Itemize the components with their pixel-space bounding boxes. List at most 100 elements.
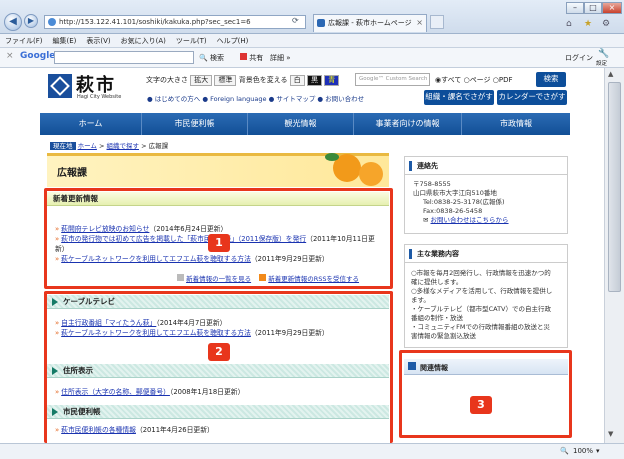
scroll-up-icon[interactable]: ▲ <box>608 70 613 78</box>
menu-help[interactable]: ヘルプ(H) <box>212 34 254 48</box>
radio-page-label: ページ <box>469 76 491 84</box>
bg-blue-button[interactable]: 青 <box>324 75 340 86</box>
calendar-search-button[interactable]: カレンダーでさがす <box>497 90 567 105</box>
search-scope-radios: ◉すべて ○ページ ○PDF <box>435 75 513 85</box>
vertical-scrollbar[interactable]: ▲ ▼ <box>604 68 624 443</box>
google-search-input[interactable] <box>54 51 194 64</box>
contact-box: 連絡先 〒758-8555 山口県萩市大字江向510番地 Tel:0838-25… <box>404 156 568 234</box>
nav-business[interactable]: 事業者向けの情報 <box>354 113 462 135</box>
address-bar[interactable]: http://153.122.41.101/soshiki/kakuka.php… <box>44 15 306 29</box>
link-foreign-language-label: Foreign language <box>210 95 267 103</box>
link-sitemap[interactable]: ● サイトマップ <box>269 95 316 103</box>
google-toolbar: × Google 🔍 検索 共有 詳細 » ログイン 🔧 設定 <box>0 48 624 68</box>
duties-line: ○市報を毎月2回発行し、行政情報を迅速かつ的 <box>411 269 551 277</box>
nav-citizen-guide[interactable]: 市民便利帳 <box>142 113 248 135</box>
org-search-button[interactable]: 組織・課名でさがす <box>424 90 494 105</box>
back-icon[interactable]: ◀ <box>4 13 22 31</box>
header-links: ● はじめての方へ ● Foreign language ● サイトマップ ● … <box>147 93 364 103</box>
bg-color-label: 背景色を変える <box>238 76 288 84</box>
tools-gear-icon[interactable]: ⚙ <box>602 19 610 29</box>
browser-tab[interactable]: 広報課 - 萩市ホームページ × <box>313 14 427 32</box>
menu-edit[interactable]: 編集(E) <box>48 34 82 48</box>
nav-city-government[interactable]: 市政情報 <box>462 113 570 135</box>
status-bar: 🔍 100% ▾ <box>0 443 624 459</box>
bg-white-button[interactable]: 白 <box>289 75 305 86</box>
close-window-button[interactable]: × <box>602 2 622 14</box>
orange-fruit-icon-2 <box>359 162 383 186</box>
page-title: 広報課 <box>57 168 87 179</box>
link-first-visit-label: はじめての方へ <box>154 95 201 103</box>
accessibility-controls: 文字の大きさ 拡大 標準 背景色を変える 白 黒 青 <box>146 75 340 86</box>
share-button[interactable]: 共有 <box>240 53 263 63</box>
page-title-banner: 広報課 <box>47 153 389 187</box>
link-contact[interactable]: ● お問い合わせ <box>317 95 364 103</box>
scroll-down-icon[interactable]: ▼ <box>608 430 613 438</box>
breadcrumb-separator: > <box>141 142 147 150</box>
detail-button[interactable]: 詳細 » <box>270 53 291 63</box>
menu-view[interactable]: 表示(V) <box>81 34 115 48</box>
share-icon <box>240 53 247 60</box>
favorites-star-icon[interactable]: ★ <box>584 19 592 29</box>
menu-bar: ファイル(F) 編集(E) 表示(V) お気に入り(A) ツール(T) ヘルプ(H) <box>0 34 624 48</box>
duties-line: ・コミュニティFMでの行政情報番組の放送と災 <box>411 323 550 331</box>
minimize-button[interactable]: – <box>566 2 584 14</box>
highlight-box-3 <box>399 350 572 438</box>
breadcrumb-home[interactable]: ホーム <box>78 142 97 150</box>
link-sitemap-label: サイトマップ <box>276 95 316 103</box>
share-label: 共有 <box>249 54 264 62</box>
breadcrumb-org[interactable]: 組織で探す <box>107 142 140 150</box>
breadcrumb: 現在地 ホーム > 組織で探す > 広報課 <box>50 140 168 150</box>
tab-title: 広報課 - 萩市ホームページ <box>328 19 412 27</box>
detail-label: 詳細 <box>270 54 284 62</box>
google-search-label: 検索 <box>209 54 224 62</box>
duties-line: 確に提供します。 <box>411 278 463 286</box>
forward-icon[interactable]: ▶ <box>24 14 38 28</box>
font-enlarge-button[interactable]: 拡大 <box>190 75 213 86</box>
scroll-thumb[interactable] <box>608 82 621 292</box>
nav-home[interactable]: ホーム <box>40 113 142 135</box>
nav-tourism[interactable]: 観光情報 <box>248 113 354 135</box>
page-viewport: 萩市 Hagi City Website 文字の大きさ 拡大 標準 背景色を変え… <box>0 68 604 443</box>
contact-tel: Tel:0838-25-3178(広報係) <box>423 198 505 206</box>
menu-favorites[interactable]: お気に入り(A) <box>116 34 171 48</box>
zoom-level[interactable]: 100% <box>573 444 593 459</box>
address-text: http://153.122.41.101/soshiki/kakuka.php… <box>59 18 251 26</box>
tab-close-icon[interactable]: × <box>416 15 423 31</box>
duties-heading: 主な業務内容 <box>405 245 567 263</box>
browser-titlebar: ◀ ▶ http://153.122.41.101/soshiki/kakuka… <box>0 0 624 34</box>
bg-black-button[interactable]: 黒 <box>306 75 322 86</box>
zoom-dropdown-icon[interactable]: ▾ <box>596 444 600 459</box>
site-search-button[interactable]: 検索 <box>536 72 566 87</box>
mail-icon: ✉ <box>423 216 429 224</box>
settings-label: 設定 <box>596 61 608 67</box>
refresh-icon[interactable]: ⟳ <box>292 16 299 25</box>
contact-address: 山口県萩市大字江向510番地 <box>413 189 497 197</box>
link-contact-label: お問い合わせ <box>325 95 365 103</box>
login-button[interactable]: ログイン <box>565 53 593 63</box>
link-foreign-language[interactable]: ● Foreign language <box>202 95 266 103</box>
font-standard-button[interactable]: 標準 <box>214 75 237 86</box>
wrench-icon[interactable]: 🔧 <box>598 49 609 59</box>
menu-tools[interactable]: ツール(T) <box>171 34 212 48</box>
contact-heading: 連絡先 <box>405 157 567 175</box>
google-logo: Google <box>20 51 56 61</box>
toolbar-close-icon[interactable]: × <box>6 51 14 61</box>
link-first-visit[interactable]: ● はじめての方へ <box>147 95 200 103</box>
ie-page-icon <box>48 18 56 26</box>
radio-pdf-label: PDF <box>498 76 513 84</box>
menu-file[interactable]: ファイル(F) <box>0 34 48 48</box>
site-search-input[interactable]: Google™ Custom Search <box>355 73 430 86</box>
breadcrumb-label: 現在地 <box>50 142 76 150</box>
badge-1: 1 <box>208 234 230 252</box>
duties-line: 害情報の緊急割込放送 <box>411 332 476 340</box>
maximize-button[interactable]: □ <box>584 2 602 14</box>
contact-zip: 〒758-8555 <box>413 180 451 188</box>
new-tab-button[interactable] <box>430 15 444 29</box>
duties-line: 番組の制作・放送 <box>411 314 463 322</box>
zoom-icon: 🔍 <box>560 447 569 455</box>
duties-line: ・ケーブルテレビ（都市型CATV）での自主行政 <box>411 305 552 313</box>
highlight-box-2 <box>44 291 393 443</box>
google-search-button[interactable]: 🔍 検索 <box>199 53 224 63</box>
contact-mail-link[interactable]: お問い合わせはこちらから <box>431 216 509 224</box>
home-icon[interactable]: ⌂ <box>566 19 572 29</box>
